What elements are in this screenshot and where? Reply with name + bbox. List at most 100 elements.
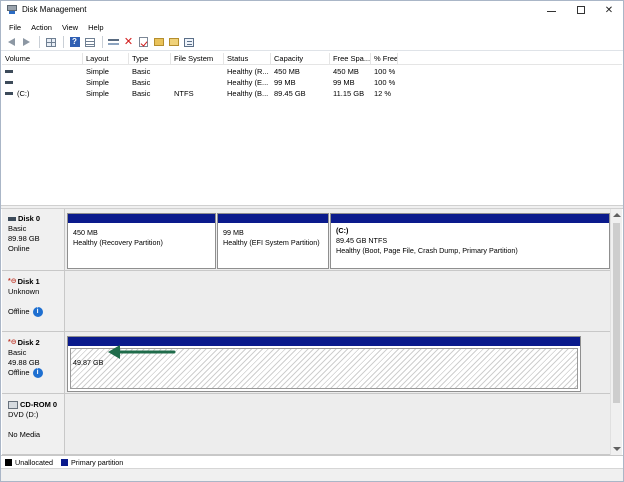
column-file-system[interactable]: File System	[171, 53, 224, 65]
column-volume[interactable]: Volume	[2, 53, 83, 65]
disk-row-disk-1: *⊖ Disk 1 Unknown Offline i	[2, 271, 610, 332]
scroll-down-icon[interactable]	[613, 447, 621, 451]
disk-label[interactable]: *⊖ Disk 1 Unknown Offline i	[2, 271, 65, 332]
partition-c[interactable]: (C:) 89.45 GB NTFS Healthy (Boot, Page F…	[330, 213, 610, 269]
disk-label[interactable]: Disk 0 Basic 89.98 GB Online	[2, 209, 65, 271]
column-status[interactable]: Status	[224, 53, 271, 65]
scroll-up-icon[interactable]	[613, 213, 621, 217]
help-button[interactable]: ?	[68, 36, 81, 49]
disk-size	[8, 420, 64, 430]
disk-label[interactable]: CD-ROM 0 DVD (D:) No Media	[2, 394, 65, 455]
connect-icon	[108, 39, 119, 45]
layout-cell: Simple	[86, 89, 109, 98]
check-icon	[139, 37, 148, 47]
disk-empty-area	[65, 394, 610, 455]
menu-file[interactable]: File	[5, 23, 25, 32]
disk-name: Disk 0	[8, 214, 64, 224]
disk-state: No Media	[8, 430, 41, 439]
disk-icon	[8, 217, 16, 221]
disk-row-disk-0: Disk 0 Basic 89.98 GB Online 450 MB Heal…	[2, 209, 610, 271]
list-view-button[interactable]	[83, 36, 96, 49]
offline-marker-icon: *⊖	[8, 278, 17, 285]
disk-name: *⊖ Disk 1	[8, 277, 64, 287]
disk-name-text: Disk 2	[17, 338, 40, 347]
maximize-button[interactable]	[567, 1, 595, 19]
cd-drive-icon	[8, 401, 18, 409]
info-icon[interactable]: i	[32, 307, 43, 318]
legend-primary-label: Primary partition	[70, 457, 124, 467]
toolbar: ? ✕	[1, 34, 623, 51]
disk-type: DVD (D:)	[8, 410, 39, 419]
annotation-arrow-icon	[108, 345, 176, 359]
volume-list-header: Volume Layout Type File System Status Ca…	[2, 53, 622, 65]
column-type[interactable]: Type	[129, 53, 171, 65]
column-free-space[interactable]: Free Spa...	[330, 53, 371, 65]
disk-name-text: Disk 1	[17, 277, 40, 286]
type-cell: Basic	[132, 89, 151, 98]
disk-type: Unknown	[8, 287, 40, 296]
disk-name-text: Disk 0	[18, 214, 41, 223]
partition-efi[interactable]: 99 MB Healthy (EFI System Partition)	[217, 213, 329, 269]
disk-size: 89.98 GB	[8, 234, 40, 243]
legend-primary: Primary partition	[60, 457, 124, 467]
check-button[interactable]	[137, 36, 150, 49]
menu-view[interactable]: View	[58, 23, 82, 32]
delete-button[interactable]: ✕	[122, 36, 135, 49]
disk-type: Basic	[8, 224, 27, 233]
disk-management-window: Disk Management ✕ File Action View Help …	[0, 0, 624, 482]
column-capacity[interactable]: Capacity	[271, 53, 330, 65]
capacity-cell: 450 MB	[274, 67, 300, 76]
free-space-cell: 11.15 GB	[333, 89, 365, 98]
info-icon[interactable]: i	[32, 368, 43, 379]
disk-size: 49.88 GB	[8, 358, 40, 367]
partition-size: 450 MB	[73, 228, 98, 237]
legend: Unallocated Primary partition	[1, 455, 623, 468]
partition-info: 450 MB Healthy (Recovery Partition)	[73, 228, 163, 248]
delete-icon: ✕	[123, 35, 134, 48]
primary-swatch	[60, 458, 68, 466]
column-percent-free[interactable]: % Free	[371, 53, 398, 65]
partition-info: 99 MB Healthy (EFI System Partition)	[223, 228, 320, 248]
volume-row[interactable]: Simple Basic Healthy (R... 450 MB 450 MB…	[2, 66, 622, 77]
disk-state: Online	[8, 244, 30, 253]
disk-name: CD-ROM 0	[8, 400, 64, 410]
partition-name: (C:)	[336, 226, 349, 235]
disk-label[interactable]: *⊖ Disk 2 Basic 49.88 GB Offline i	[2, 332, 65, 394]
layout-cell: Simple	[86, 67, 109, 76]
explore-button[interactable]	[167, 36, 180, 49]
connect-button[interactable]	[107, 36, 120, 49]
back-button[interactable]	[5, 36, 18, 49]
volume-cell: (C:)	[2, 88, 83, 99]
toolbar-separator	[102, 36, 103, 48]
partition-status: Healthy (Boot, Page File, Crash Dump, Pr…	[336, 246, 518, 255]
volume-cell	[2, 66, 83, 77]
primary-partition-bar	[331, 214, 609, 223]
volume-row[interactable]: (C:) Simple Basic NTFS Healthy (B... 89.…	[2, 88, 622, 99]
open-folder-button[interactable]	[152, 36, 165, 49]
menu-action[interactable]: Action	[27, 23, 56, 32]
properties-button[interactable]	[182, 36, 195, 49]
file-system-cell	[171, 77, 224, 88]
menu-help[interactable]: Help	[84, 23, 107, 32]
close-button[interactable]: ✕	[595, 1, 623, 19]
volume-list: Volume Layout Type File System Status Ca…	[2, 53, 622, 205]
properties-icon	[183, 37, 194, 47]
capacity-cell: 99 MB	[274, 78, 296, 87]
column-layout[interactable]: Layout	[83, 53, 129, 65]
scroll-thumb[interactable]	[613, 223, 620, 403]
legend-unallocated-label: Unallocated	[15, 457, 53, 467]
status-cell: Healthy (B...	[227, 89, 269, 98]
window-title: Disk Management	[22, 5, 87, 14]
explore-folder-icon	[168, 38, 179, 46]
partition-recovery[interactable]: 450 MB Healthy (Recovery Partition)	[67, 213, 216, 269]
vertical-scrollbar[interactable]	[610, 209, 622, 455]
partition-info: (C:) 89.45 GB NTFS Healthy (Boot, Page F…	[336, 226, 518, 256]
forward-button[interactable]	[20, 36, 33, 49]
toolbar-separator	[63, 36, 64, 48]
console-tree-button[interactable]	[44, 36, 57, 49]
volume-icon	[5, 80, 13, 84]
type-cell: Basic	[132, 67, 151, 76]
minimize-button[interactable]	[537, 1, 565, 19]
volume-row[interactable]: Simple Basic Healthy (E... 99 MB 99 MB 1…	[2, 77, 622, 88]
disk-partition-area: 49.87 GB	[65, 332, 610, 394]
